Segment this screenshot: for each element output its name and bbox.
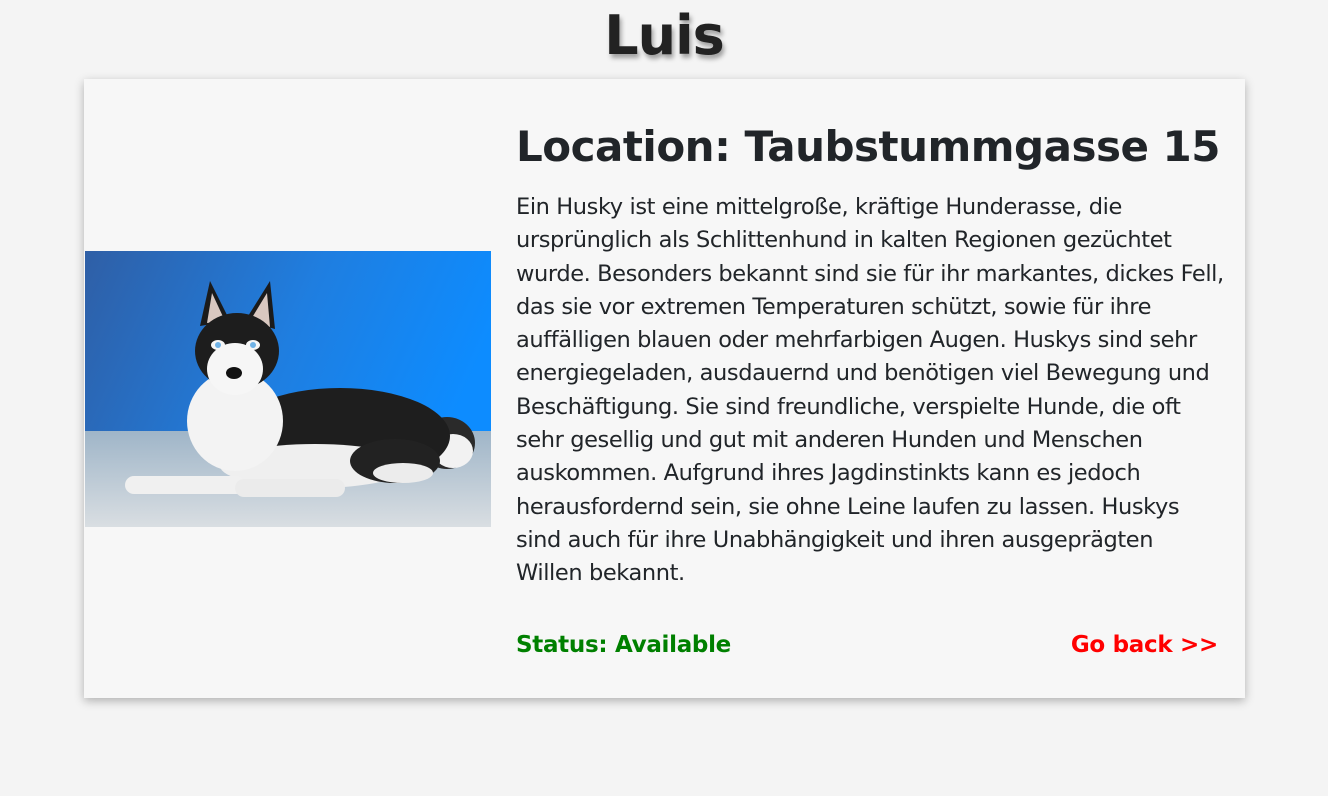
pet-detail-card: Location: Taubstummgasse 15 Ein Husky is… xyxy=(84,79,1245,698)
go-back-link[interactable]: Go back >> xyxy=(1071,625,1218,665)
status-label: Status: Available xyxy=(516,632,731,658)
pet-description: Ein Husky ist eine mittelgroße, kräftige… xyxy=(516,194,1224,587)
husky-photo xyxy=(85,251,491,527)
card-footer: Status: Available Go back >> xyxy=(516,625,1218,665)
location-heading: Location: Taubstummgasse 15 xyxy=(516,122,1221,171)
pet-info: Location: Taubstummgasse 15 Ein Husky is… xyxy=(516,117,1226,591)
page-title: Luis xyxy=(604,4,725,67)
